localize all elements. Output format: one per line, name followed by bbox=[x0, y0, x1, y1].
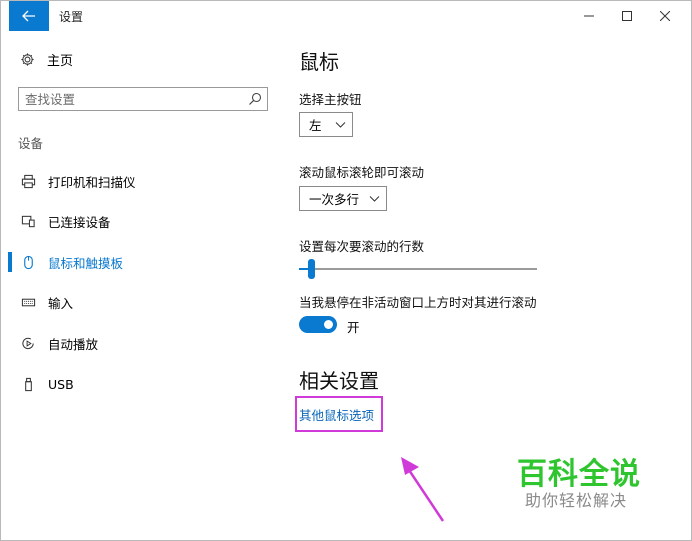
scroll-wheel-dropdown[interactable]: 一次多行 bbox=[299, 186, 387, 211]
primary-button-dropdown[interactable]: 左 bbox=[299, 112, 353, 137]
sidebar-item-label: 自动播放 bbox=[48, 336, 99, 352]
gear-icon bbox=[19, 52, 35, 68]
keyboard-icon bbox=[20, 294, 36, 310]
primary-button-value: 左 bbox=[309, 118, 322, 133]
annotation-arrow bbox=[401, 457, 445, 522]
chevron-down-icon bbox=[369, 196, 380, 202]
search-input[interactable] bbox=[25, 90, 235, 108]
additional-mouse-options-link[interactable]: 其他鼠标选项 bbox=[299, 405, 374, 424]
sidebar-item-mouse-touchpad[interactable]: 鼠标和触摸板 bbox=[1, 249, 283, 275]
toggle-knob bbox=[324, 320, 333, 329]
printer-icon bbox=[20, 173, 36, 189]
scroll-wheel-value: 一次多行 bbox=[309, 192, 360, 207]
search-box[interactable] bbox=[18, 87, 268, 111]
close-icon bbox=[660, 11, 670, 21]
watermark-tagline: 助你轻松解决 bbox=[525, 491, 628, 510]
toggle-state-text: 开 bbox=[347, 320, 360, 335]
sidebar-item-printers[interactable]: 打印机和扫描仪 bbox=[1, 168, 283, 194]
back-button[interactable] bbox=[9, 1, 49, 31]
sidebar-item-typing[interactable]: 输入 bbox=[1, 289, 283, 315]
back-arrow-icon bbox=[22, 10, 35, 22]
usb-icon bbox=[20, 376, 36, 392]
mouse-icon bbox=[20, 254, 36, 270]
related-settings-title: 相关设置 bbox=[299, 369, 379, 393]
sidebar-item-label: 鼠标和触摸板 bbox=[48, 255, 124, 271]
scroll-wheel-label: 滚动鼠标滚轮即可滚动 bbox=[299, 165, 425, 180]
close-button[interactable] bbox=[645, 1, 685, 31]
search-icon[interactable] bbox=[248, 92, 262, 106]
lines-slider-thumb[interactable] bbox=[308, 259, 315, 279]
title-bar: 设置 bbox=[1, 1, 691, 31]
sidebar-item-autoplay[interactable]: 自动播放 bbox=[1, 330, 283, 356]
minimize-button[interactable] bbox=[569, 1, 609, 31]
sidebar-item-label: 已连接设备 bbox=[48, 214, 111, 230]
sidebar: 主页 设备 打印机和扫描仪 bbox=[1, 31, 283, 540]
autoplay-icon bbox=[20, 335, 36, 351]
section-label-devices: 设备 bbox=[18, 136, 44, 151]
sidebar-item-label: 打印机和扫描仪 bbox=[48, 174, 136, 190]
nav-home[interactable]: 主页 bbox=[19, 50, 73, 69]
maximize-button[interactable] bbox=[607, 1, 647, 31]
sidebar-item-connected-devices[interactable]: 已连接设备 bbox=[1, 208, 283, 234]
connected-devices-icon bbox=[20, 213, 36, 229]
primary-button-label: 选择主按钮 bbox=[299, 92, 362, 107]
sidebar-item-label: USB bbox=[48, 376, 74, 392]
maximize-icon bbox=[622, 11, 632, 21]
inactive-scroll-toggle[interactable] bbox=[299, 316, 337, 333]
lines-to-scroll-label: 设置每次要滚动的行数 bbox=[299, 239, 425, 254]
minimize-icon bbox=[584, 15, 594, 17]
page-title: 鼠标 bbox=[299, 50, 339, 74]
sidebar-item-usb[interactable]: USB bbox=[1, 371, 283, 397]
chevron-down-icon bbox=[335, 122, 346, 128]
lines-slider-track[interactable] bbox=[299, 268, 537, 270]
sidebar-item-label: 输入 bbox=[48, 295, 74, 311]
nav-home-label: 主页 bbox=[47, 54, 74, 69]
inactive-scroll-label: 当我悬停在非活动窗口上方时对其进行滚动 bbox=[299, 295, 537, 310]
selection-indicator bbox=[8, 252, 12, 272]
settings-window: 设置 主页 查找设置 设备 打印机和扫描仪 已连接设备 鼠标和触摸板 输入 自动… bbox=[0, 0, 692, 541]
window-title: 设置 bbox=[59, 10, 84, 24]
